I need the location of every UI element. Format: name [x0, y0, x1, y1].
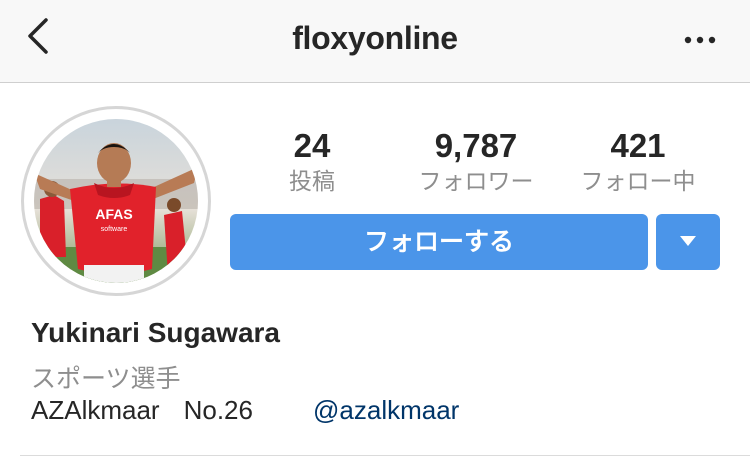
top-navigation-bar: floxyonline: [0, 0, 750, 83]
following-stat[interactable]: 421 フォロー中: [568, 126, 708, 196]
profile-bio: AZAlkmaar No.26: [31, 395, 253, 426]
bio-number: No.26: [183, 395, 253, 425]
caret-down-icon: [680, 236, 696, 246]
svg-text:AFAS: AFAS: [95, 206, 132, 222]
profile-category: スポーツ選手: [31, 365, 181, 393]
posts-label: 投稿: [289, 168, 335, 194]
player-photo-illustration: AFAS software: [34, 119, 198, 283]
followers-count: 9,787: [434, 127, 518, 164]
followers-stat[interactable]: 9,787 フォロワー: [406, 126, 546, 196]
profile-full-name: Yukinari Sugawara: [31, 317, 280, 348]
following-label: フォロー中: [580, 168, 696, 194]
posts-count: 24: [293, 127, 331, 164]
avatar-photo: AFAS software: [34, 119, 198, 283]
bio-team: AZAlkmaar: [31, 395, 160, 425]
posts-stat[interactable]: 24 投稿: [270, 126, 354, 196]
followers-label: フォロワー: [418, 168, 534, 194]
more-options-button[interactable]: [680, 26, 724, 54]
svg-text:software: software: [101, 226, 128, 233]
profile-username-title: floxyonline: [292, 20, 458, 56]
profile-avatar[interactable]: AFAS software: [21, 106, 211, 296]
section-divider: [20, 455, 750, 456]
more-horizontal-icon: [684, 36, 716, 44]
follow-button[interactable]: フォローする: [230, 214, 648, 270]
bio-mention-link[interactable]: @azalkmaar: [313, 395, 459, 426]
following-count: 421: [610, 127, 666, 164]
suggestions-dropdown-button[interactable]: [656, 214, 720, 270]
